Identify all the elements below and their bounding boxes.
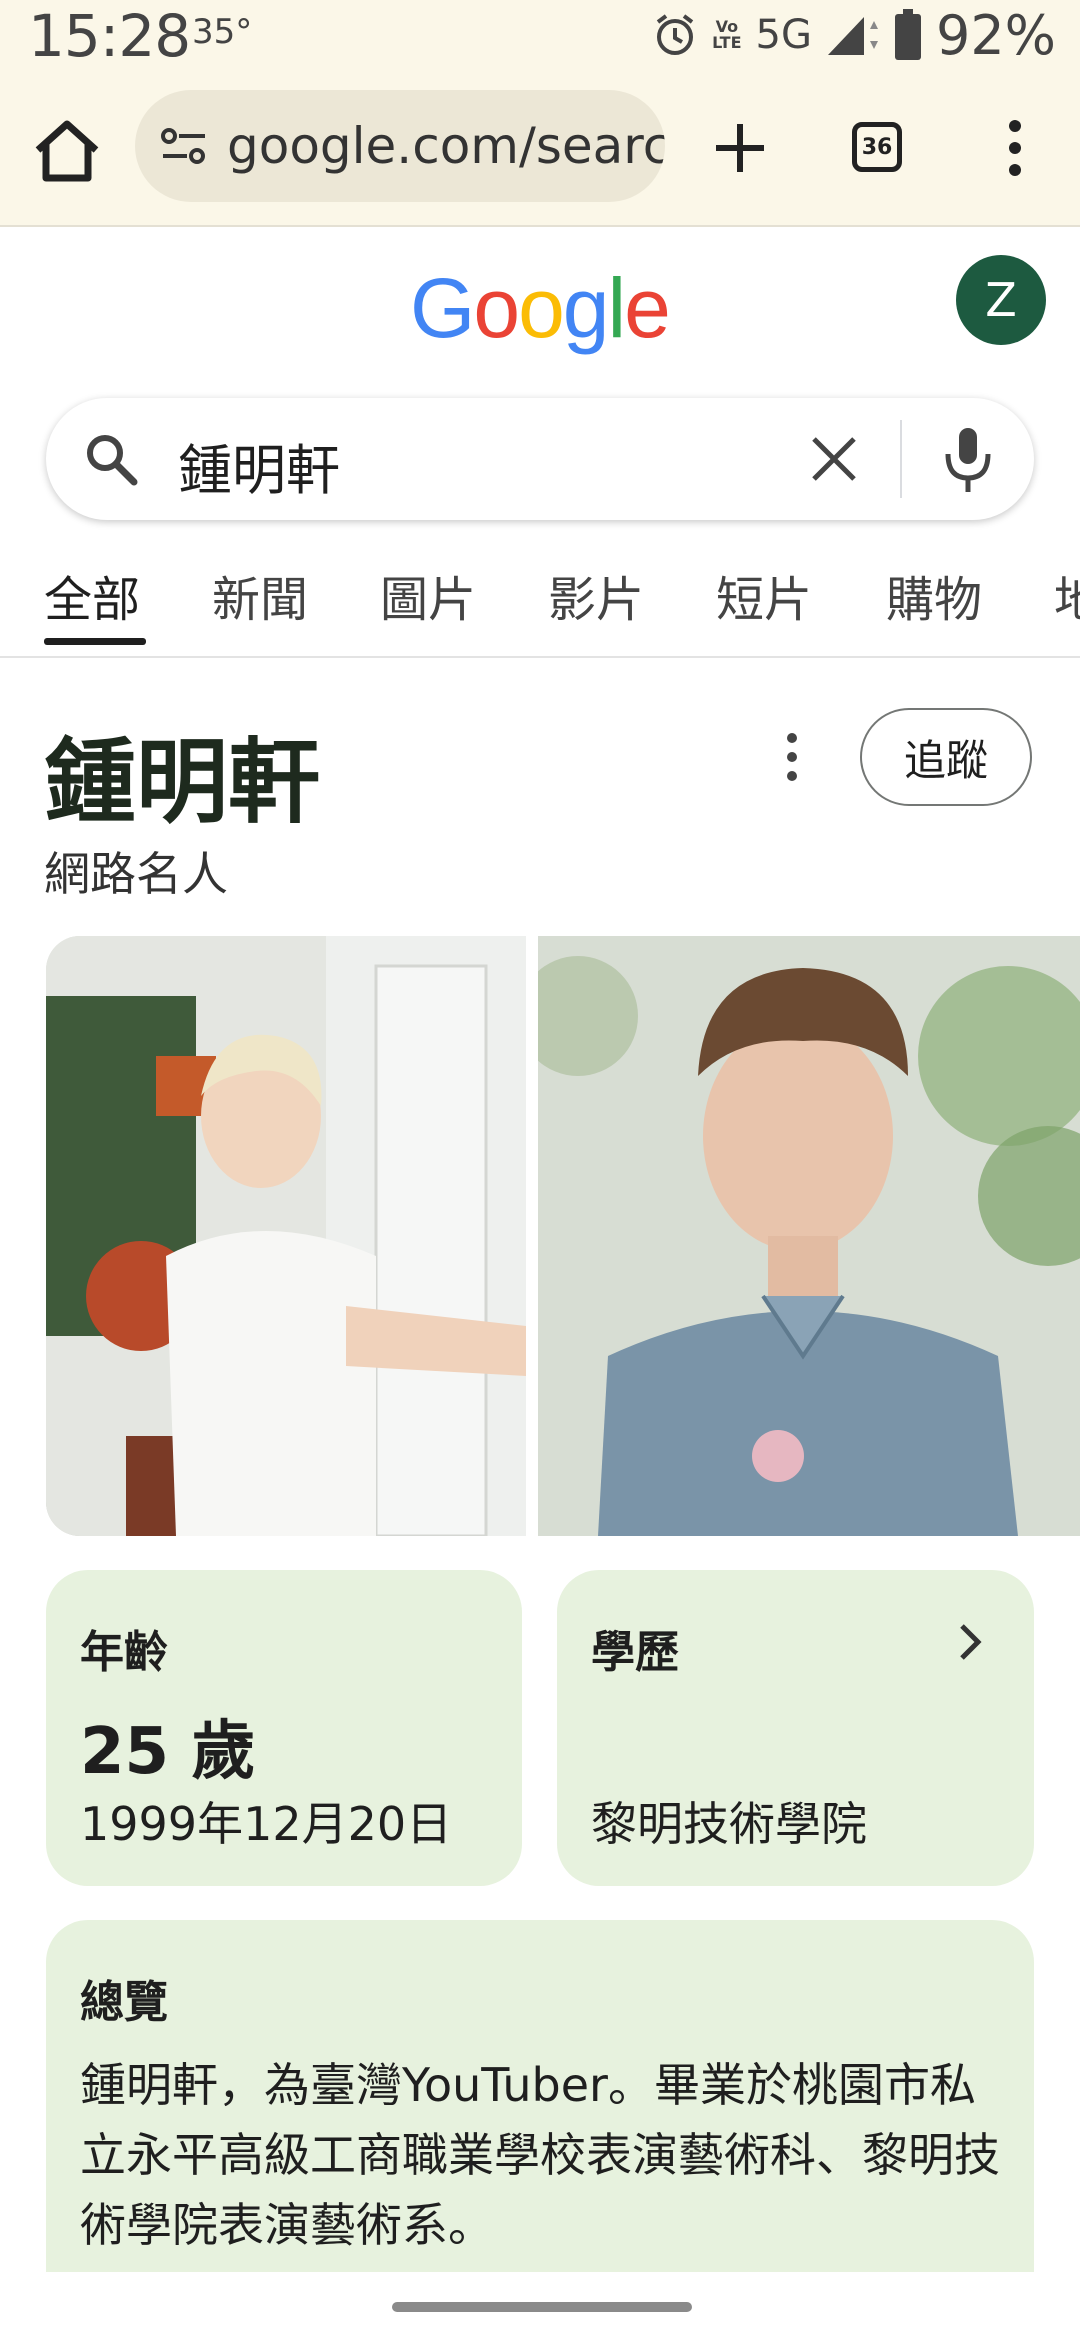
clear-icon[interactable] (806, 431, 862, 487)
photo-1-image (46, 936, 526, 1536)
tab-short-videos[interactable]: 短片 (716, 560, 812, 630)
network-type: 5G (755, 12, 812, 58)
photo-2-image (538, 936, 1080, 1536)
new-tab-icon[interactable] (710, 118, 770, 178)
education-value: 黎明技術學院 (591, 1797, 867, 1851)
account-avatar[interactable]: Z (956, 255, 1046, 345)
search-input[interactable]: 鍾明軒 (178, 426, 340, 505)
more-menu-icon[interactable] (1000, 118, 1030, 178)
entity-photo-2[interactable] (538, 936, 1080, 1536)
age-value: 25 歲 (80, 1715, 256, 1789)
education-label: 學歷 (591, 1627, 679, 1678)
tab-videos[interactable]: 影片 (548, 560, 644, 630)
signal-icon (827, 17, 878, 55)
battery-percent: 92% (935, 3, 1056, 67)
entity-title: 鍾明軒 (44, 729, 321, 836)
search-divider (900, 420, 902, 498)
status-time: 15:28 (28, 2, 191, 70)
alarm-icon (656, 14, 694, 55)
search-box[interactable]: 鍾明軒 (46, 398, 1034, 520)
search-tabs: 全部 新聞 圖片 影片 短片 購物 地 (0, 548, 1080, 658)
birthdate-value: 1999年12月20日 (80, 1797, 453, 1851)
age-label: 年齡 (80, 1627, 168, 1678)
chevron-right-icon (960, 1624, 982, 1660)
microphone-icon[interactable] (938, 422, 998, 496)
search-icon[interactable] (82, 430, 140, 488)
browser-toolbar: google.com/search 36 (0, 70, 1080, 227)
follow-button[interactable]: 追蹤 (860, 708, 1032, 806)
battery-icon (894, 9, 921, 60)
age-card: 年齡 25 歲 1999年12月20日 (46, 1570, 522, 1886)
site-settings-icon[interactable] (159, 126, 209, 166)
google-logo[interactable]: Google (410, 265, 678, 360)
tab-news[interactable]: 新聞 (212, 560, 308, 630)
overview-text: 鍾明軒，為臺灣YouTuber。畢業於桃園市私立永平高級工商職業學校表演藝術科、… (80, 2058, 1000, 2252)
education-card[interactable]: 學歷 黎明技術學院 (557, 1570, 1034, 1886)
tab-images[interactable]: 圖片 (380, 560, 476, 630)
url-text: google.com/search (227, 117, 665, 175)
volte-icon: Vo LTE (712, 17, 742, 52)
more-options-icon[interactable] (780, 730, 804, 784)
home-indicator[interactable] (392, 2302, 692, 2312)
overview-title: 總覽 (80, 1977, 168, 2028)
active-tab-indicator (44, 638, 146, 645)
tab-shopping[interactable]: 購物 (886, 560, 982, 630)
tab-all[interactable]: 全部 (44, 560, 140, 630)
entity-photo-1[interactable] (46, 936, 526, 1536)
entity-subtitle: 網路名人 (44, 847, 228, 901)
svg-text:Google: Google (410, 265, 669, 355)
tab-switcher-button[interactable]: 36 (852, 122, 902, 172)
status-indicators: Vo LTE 5G 92% (652, 0, 1056, 70)
status-bar: 15:28 35° Vo LTE 5G 92% (0, 0, 1080, 70)
tab-maps[interactable]: 地 (1054, 560, 1080, 630)
status-temperature: 35° (192, 12, 253, 52)
address-bar[interactable]: google.com/search (135, 90, 665, 202)
home-icon[interactable] (30, 114, 104, 188)
